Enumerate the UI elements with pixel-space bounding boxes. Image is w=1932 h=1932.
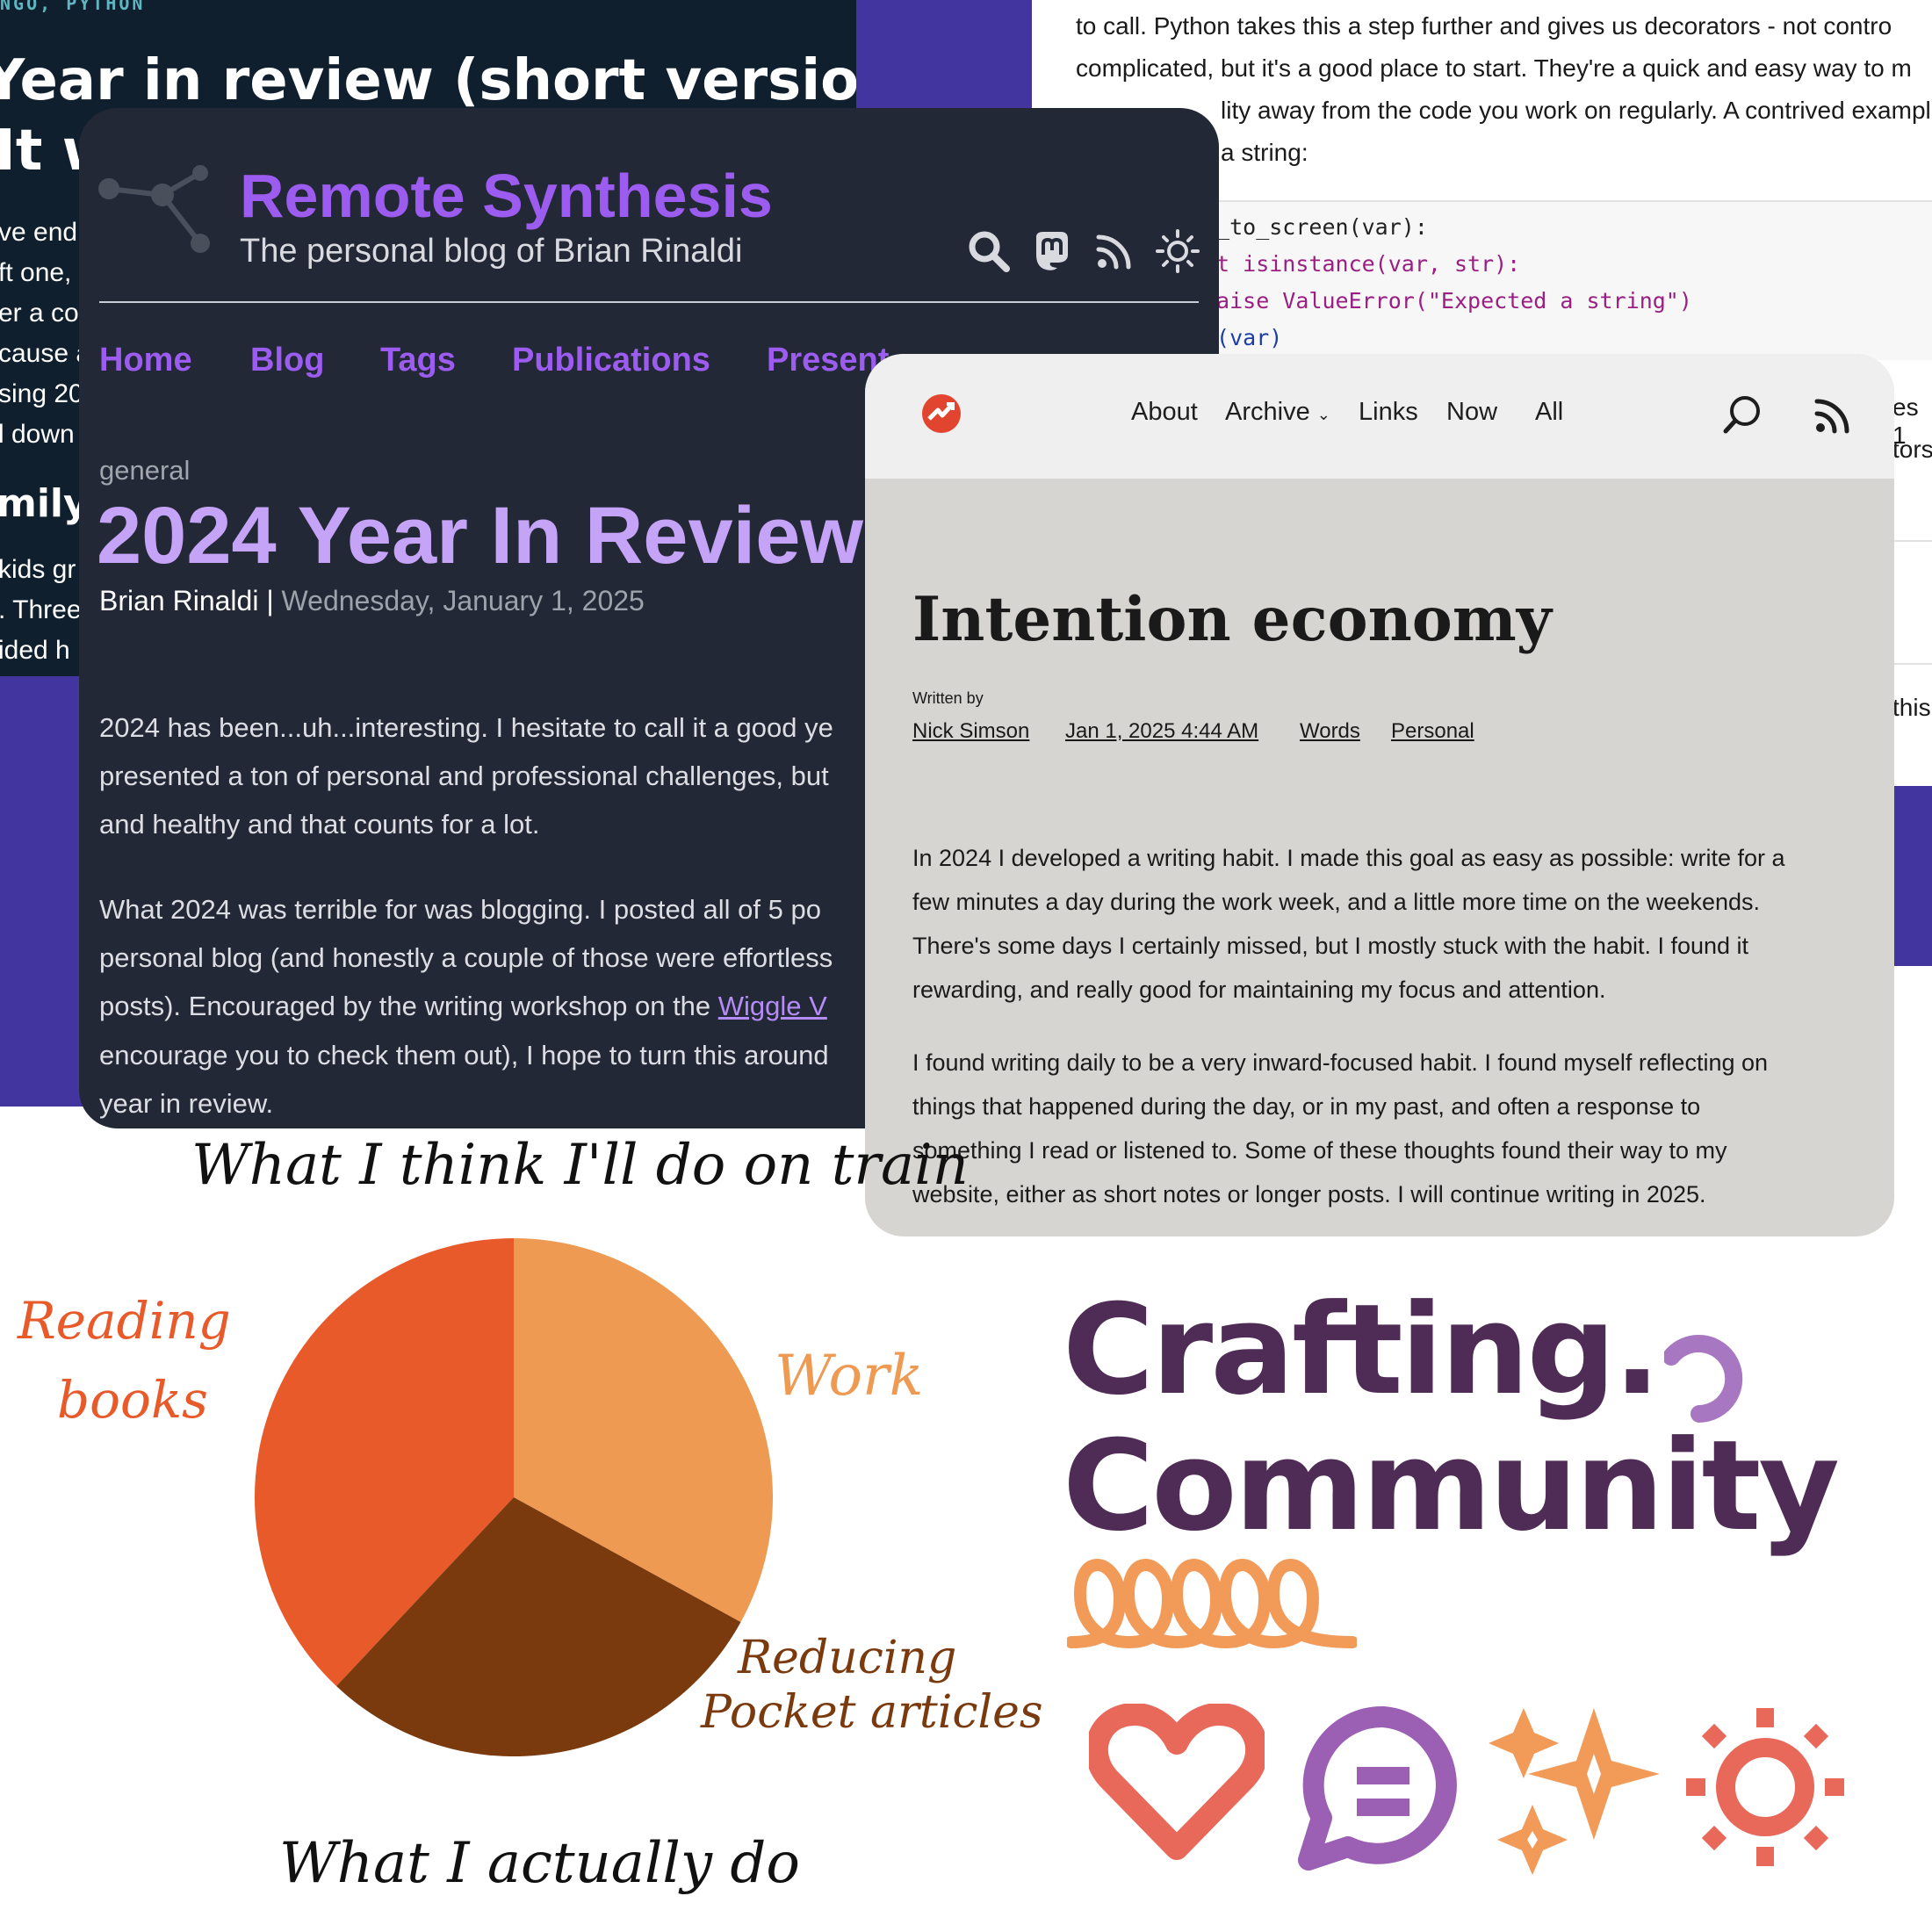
paragraph-line: things that happened during the day, or … — [912, 1093, 1701, 1120]
article-text: lity away from the code you work on regu… — [1221, 97, 1931, 124]
nav-archive[interactable]: Archive ⌄ — [1225, 398, 1330, 427]
post-title: Year in review (short version) — [0, 48, 878, 113]
nav-links[interactable]: Links — [1359, 398, 1418, 427]
paragraph-line: What 2024 was terrible for was blogging.… — [99, 894, 821, 925]
post-author[interactable]: Brian Rinaldi — [99, 585, 258, 616]
post-datetime[interactable]: Jan 1, 2025 4:44 AM — [1065, 719, 1258, 744]
search-icon[interactable] — [1721, 393, 1765, 436]
pie-top-caption: What I think I'll do on train — [191, 1133, 969, 1198]
paragraph-line: year in review. — [99, 1088, 274, 1119]
paragraph-line: There's some days I certainly missed, bu… — [912, 933, 1749, 959]
paragraph-line: I found writing daily to be a very inwar… — [912, 1049, 1769, 1076]
paragraph-line: rewarding, and really good for maintaini… — [912, 977, 1606, 1003]
nav-blog[interactable]: Blog — [250, 342, 324, 379]
intention-economy-blog-card: About Archive ⌄ Links Now All Intention … — [865, 354, 1894, 1236]
heart-icon — [1089, 1704, 1265, 1860]
post-category[interactable]: Words — [1300, 719, 1360, 744]
code-line: raise ValueError("Expected a string") — [1203, 288, 1692, 314]
text-fragment: sing 20 — [0, 379, 83, 408]
nav-now[interactable]: Now — [1446, 398, 1497, 427]
article-text: a string: — [1221, 139, 1308, 166]
text-fragment: tors — [1892, 436, 1932, 463]
pie-label-pocket-articles: Pocket articles — [701, 1686, 1043, 1739]
text-fragment: cause a — [0, 339, 91, 368]
nav-home[interactable]: Home — [99, 342, 192, 379]
code-line: e_to_screen(var): — [1203, 214, 1428, 240]
text-fragment: ve end — [0, 218, 78, 247]
nav-publications[interactable]: Publications — [512, 342, 710, 379]
pie-label-reducing: Reducing — [738, 1632, 957, 1684]
text-fragment: this — [1892, 694, 1931, 721]
article-text: complicated, but it's a good place to st… — [1076, 54, 1912, 82]
site-title[interactable]: Remote Synthesis — [240, 161, 773, 231]
post-tag[interactable]: Personal — [1391, 719, 1474, 744]
post-category[interactable]: general — [99, 455, 190, 487]
text-fragment: ided h — [0, 636, 70, 665]
paragraph-line: presented a ton of personal and professi… — [99, 761, 829, 791]
paragraph-line: In 2024 I developed a writing habit. I m… — [912, 845, 1785, 871]
loops-decoration-icon — [1067, 1558, 1357, 1649]
text-fragment: . Three — [0, 595, 82, 624]
header-divider — [99, 301, 1199, 303]
post-title: Intention economy — [912, 584, 1552, 655]
site-tagline: The personal blog of Brian Rinaldi — [240, 233, 743, 270]
rss-icon[interactable] — [1092, 228, 1137, 274]
community-heading: Community — [1063, 1414, 1840, 1559]
nav-archive-label: Archive — [1225, 398, 1310, 426]
pie-bottom-caption: What I actually do — [279, 1831, 800, 1896]
site-logo-icon[interactable] — [920, 393, 962, 435]
nav-tags[interactable]: Tags — [380, 342, 456, 379]
written-by-label: Written by — [912, 689, 984, 707]
paragraph-line: encourage you to check them out), I hope… — [99, 1040, 829, 1071]
theme-toggle-icon[interactable] — [1155, 228, 1200, 274]
text-fragment: kids gr — [0, 555, 76, 584]
text-fragment: ft one, — [0, 258, 72, 287]
post-date: Wednesday, January 1, 2025 — [281, 585, 645, 616]
post-tags: NGO, PYTHON — [0, 0, 146, 14]
post-author[interactable]: Nick Simson — [912, 719, 1029, 744]
chat-bubble-icon — [1298, 1705, 1457, 1871]
paragraph-line: few minutes a day during the work week, … — [912, 889, 1760, 915]
paragraph-line: 2024 has been...uh...interesting. I hesi… — [99, 712, 833, 743]
swirl-decoration-icon — [1664, 1335, 1743, 1423]
pie-label-reading-books: books — [57, 1370, 208, 1430]
paragraph-line: and healthy and that counts for a lot. — [99, 809, 540, 840]
pie-chart — [255, 1238, 773, 1756]
pie-label-work: Work — [775, 1344, 924, 1409]
pie-label-reading: Reading — [18, 1291, 231, 1351]
paragraph-line: website, either as short notes or longer… — [912, 1181, 1706, 1208]
paragraph-line: personal blog (and honestly a couple of … — [99, 942, 833, 973]
chevron-down-icon: ⌄ — [1316, 406, 1330, 423]
paragraph-line: posts). Encouraged by the writing worksh… — [99, 991, 827, 1022]
code-line: ot isinstance(var, str): — [1203, 251, 1521, 277]
network-logo-icon — [98, 165, 210, 253]
article-text: to call. Python takes this a step furthe… — [1076, 12, 1892, 40]
paragraph-text: posts). Encouraged by the writing worksh… — [99, 991, 718, 1021]
section-heading: mily — [0, 481, 89, 526]
post-title: 2024 Year In Review — [97, 491, 863, 580]
post-meta: Brian Rinaldi | Wednesday, January 1, 20… — [99, 585, 645, 616]
nav-about[interactable]: About — [1131, 398, 1198, 427]
text-fragment: er a co — [0, 299, 79, 328]
sun-icon — [1686, 1708, 1844, 1866]
mastodon-icon[interactable] — [1029, 228, 1075, 274]
text-fragment: l down — [0, 420, 75, 449]
search-icon[interactable] — [966, 228, 1012, 274]
rss-icon[interactable] — [1813, 396, 1852, 435]
crafting-heading: Crafting. — [1063, 1278, 1661, 1423]
paragraph-line: something I read or listened to. Some of… — [912, 1137, 1727, 1164]
nav-all[interactable]: All — [1535, 398, 1563, 427]
sparkles-icon — [1489, 1708, 1660, 1875]
wiggle-link[interactable]: Wiggle V — [718, 991, 827, 1021]
